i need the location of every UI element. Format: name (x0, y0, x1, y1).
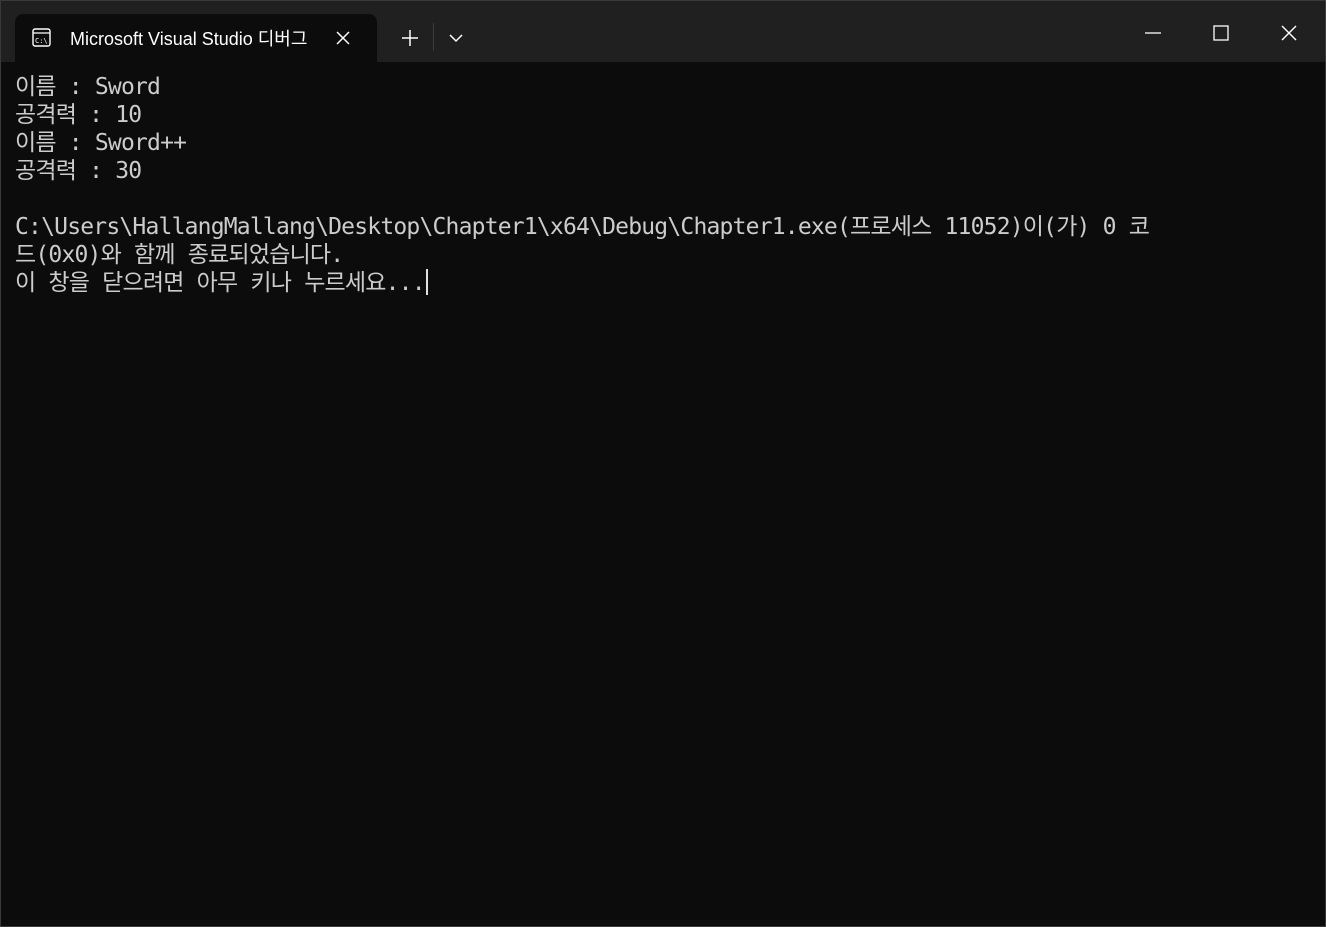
console-output[interactable]: 이름 : Sword 공격력 : 10 이름 : Sword++ 공격력 : 3… (15, 73, 1315, 913)
console-line: 이 창을 닫으려면 아무 키나 누르세요... (15, 270, 426, 296)
maximize-icon (1213, 25, 1229, 41)
close-tab-icon[interactable] (334, 29, 352, 47)
console-line: 공격력 : 30 (15, 158, 142, 184)
terminal-icon: C:\ (32, 28, 51, 47)
text-cursor (425, 269, 428, 295)
close-window-button[interactable] (1255, 1, 1323, 62)
console-line: 이름 : Sword (15, 74, 161, 100)
tab-dropdown-button[interactable] (445, 28, 467, 48)
terminal-window: C:\ Microsoft Visual Studio 디버그 이름: Swo… (0, 0, 1326, 927)
console-line: 드(0x0)와 함께 종료되었습니다. (15, 242, 344, 268)
minimize-icon (1145, 32, 1161, 34)
tab-title: Microsoft Visual Studio 디버그 (70, 29, 308, 49)
title-bar: C:\ Microsoft Visual Studio 디버그 (1, 1, 1325, 62)
console-line: C:\Users\HallangMallang\Desktop\Chapter1… (15, 214, 1150, 240)
console-line: 공격력 : 10 (15, 102, 142, 128)
maximize-button[interactable] (1187, 1, 1255, 62)
new-tab-button[interactable] (397, 26, 423, 50)
console-line: 이름 : Sword++ (15, 130, 187, 156)
tab-divider (433, 23, 434, 51)
console-prompt-line: 이 창을 닫으려면 아무 키나 누르세요... (15, 269, 1315, 297)
close-icon (1281, 25, 1297, 41)
minimize-button[interactable] (1119, 1, 1187, 62)
tab-debug-console[interactable]: C:\ Microsoft Visual Studio 디버그 (15, 14, 377, 62)
svg-text:C:\: C:\ (35, 37, 48, 45)
